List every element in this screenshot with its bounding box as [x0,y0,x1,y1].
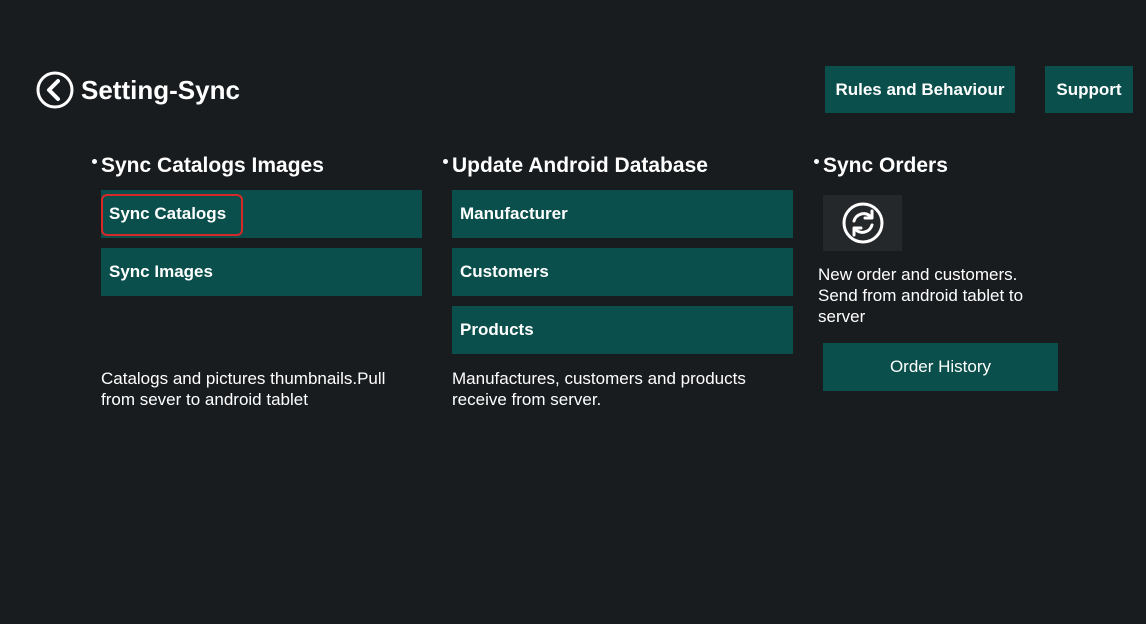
catalogs-description: Catalogs and pictures thumbnails.Pull fr… [101,369,386,409]
bullet [443,159,448,164]
sync-images-label: Sync Images [109,262,213,281]
section-heading-sync-catalogs-images: Sync Catalogs Images [101,154,324,177]
manufacturer-label: Manufacturer [460,204,568,223]
sync-catalogs-button[interactable]: Sync Catalogs [101,190,422,238]
sync-orders-button[interactable] [823,195,902,251]
rules-and-behaviour-button[interactable]: Rules and Behaviour [825,66,1015,113]
sync-images-button[interactable]: Sync Images [101,248,422,296]
products-button[interactable]: Products [452,306,793,354]
sync-refresh-icon [842,202,883,244]
bullet [92,159,97,164]
database-description: Manufactures, customers and products rec… [452,369,746,409]
orders-description: New order and customers. Send from andro… [818,265,1024,326]
chevron-left-circle-icon [36,71,74,109]
support-button[interactable]: Support [1045,66,1133,113]
sync-catalogs-label: Sync Catalogs [109,204,227,223]
section-heading-sync-orders: Sync Orders [823,154,948,177]
order-history-button[interactable]: Order History [823,343,1058,391]
manufacturer-button[interactable]: Manufacturer [452,190,793,238]
sync-settings-screen: Setting-Sync Rules and Behaviour Support… [0,0,1146,624]
products-label: Products [460,320,534,339]
section-heading-update-android-database: Update Android Database [452,154,708,177]
page-title: Setting-Sync [81,75,240,105]
customers-button[interactable]: Customers [452,248,793,296]
customers-label: Customers [460,262,549,281]
bullet [814,159,819,164]
back-button[interactable] [36,71,74,109]
